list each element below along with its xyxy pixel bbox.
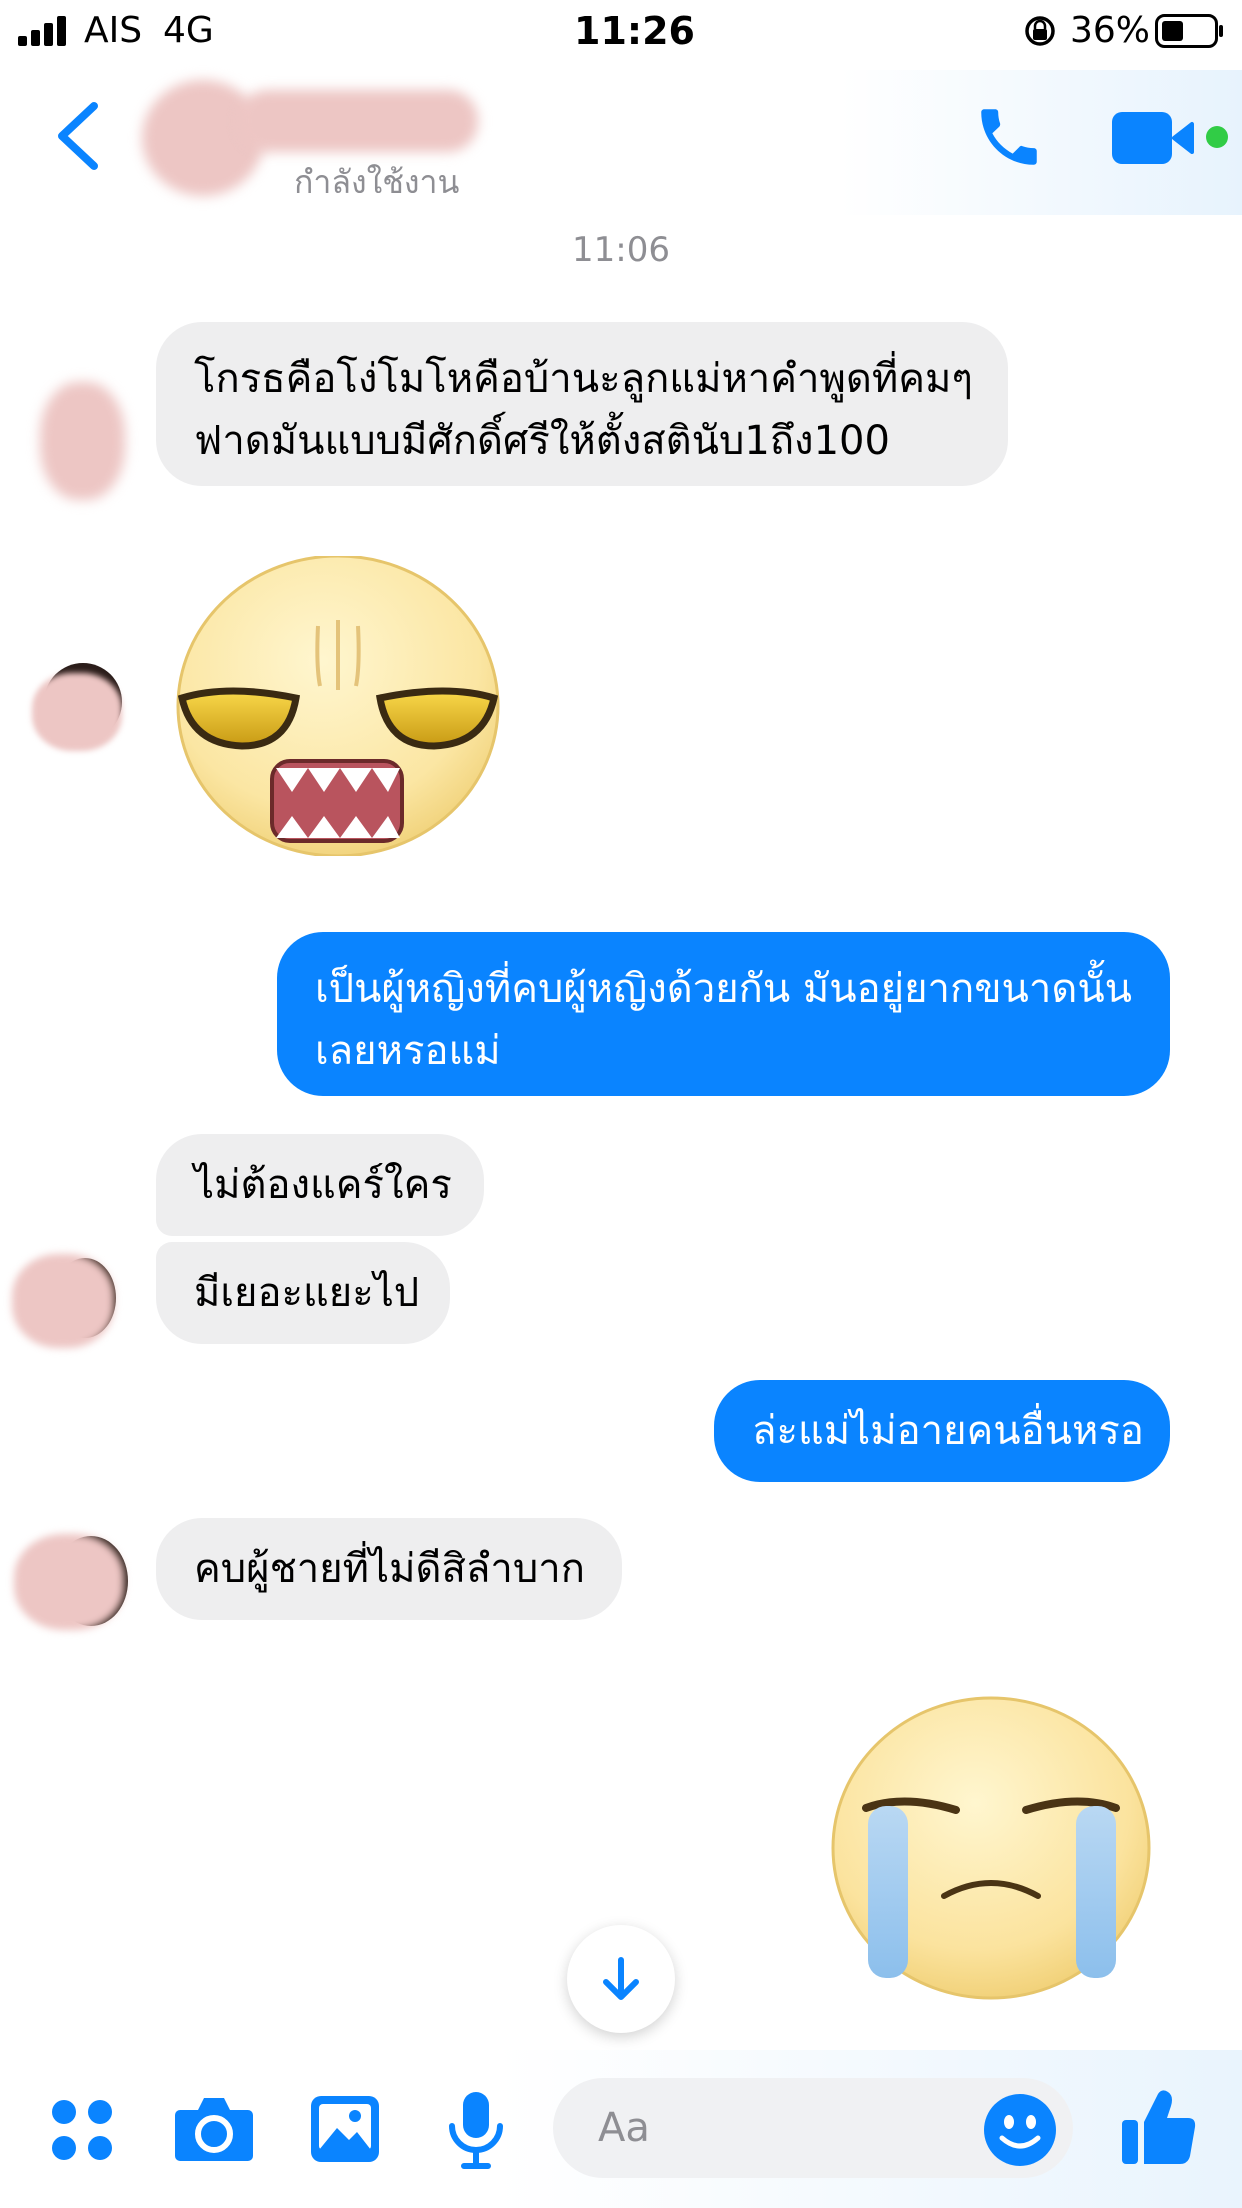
message-text: ล่ะแม่ไม่อายคนอื่นหรอ xyxy=(752,1408,1144,1454)
message-bubble-outgoing[interactable]: ล่ะแม่ไม่อายคนอื่นหรอ xyxy=(714,1380,1170,1482)
microphone-icon[interactable] xyxy=(446,2090,506,2170)
thumbs-up-icon[interactable] xyxy=(1120,2086,1198,2168)
battery-percent: 36% xyxy=(1070,10,1151,51)
clock: 11:26 xyxy=(574,9,695,53)
online-status-dot xyxy=(1206,126,1228,148)
message-text: คบผู้ชายที่ไม่ดีสิลำบาก xyxy=(194,1546,585,1592)
emoji-icon[interactable] xyxy=(982,2092,1058,2168)
message-text: มีเยอะแยะไป xyxy=(194,1270,420,1316)
arrow-down-icon xyxy=(603,1957,639,2000)
message-timestamp: 11:06 xyxy=(572,230,670,270)
sender-avatar-redacted[interactable] xyxy=(32,655,127,760)
scroll-to-bottom-button[interactable] xyxy=(567,1925,675,2033)
crying-face-sticker[interactable] xyxy=(826,1690,1156,2002)
network-label: 4G xyxy=(163,10,214,51)
video-camera-icon[interactable] xyxy=(1110,108,1208,168)
sender-avatar-redacted[interactable] xyxy=(14,1530,130,1642)
back-icon[interactable] xyxy=(52,100,102,172)
message-bubble-incoming[interactable]: มีเยอะแยะไป xyxy=(156,1242,450,1344)
message-text: เป็นผู้หญิงที่คบผู้หญิงด้วยกัน มันอยู่ยา… xyxy=(315,966,1133,1012)
message-bubble-incoming[interactable]: ไม่ต้องแคร์ใคร xyxy=(156,1134,484,1236)
message-bubble-incoming[interactable]: คบผู้ชายที่ไม่ดีสิลำบาก xyxy=(156,1518,622,1620)
signal-icon xyxy=(18,16,66,46)
sender-avatar-redacted[interactable] xyxy=(30,374,140,509)
carrier-label: AIS xyxy=(84,10,143,51)
message-input-placeholder: Aa xyxy=(598,2105,650,2151)
contact-status: กำลังใช้งาน xyxy=(294,163,460,201)
message-text: โกรธคือโง่โมโหคือบ้านะลูกแม่หาคำพูดที่คม… xyxy=(194,356,973,402)
message-text: เลยหรอแม่ xyxy=(315,1028,501,1074)
message-text: ฟาดมันแบบมีศักดิ์ศรีให้ตั้งสตินับ1ถึง100 xyxy=(194,418,890,464)
camera-icon[interactable] xyxy=(174,2094,254,2162)
message-bubble-outgoing[interactable]: เป็นผู้หญิงที่คบผู้หญิงด้วยกัน มันอยู่ยา… xyxy=(277,932,1170,1096)
phone-icon[interactable] xyxy=(972,100,1046,174)
photo-icon[interactable] xyxy=(309,2094,381,2164)
message-bubble-incoming[interactable]: โกรธคือโง่โมโหคือบ้านะลูกแม่หาคำพูดที่คม… xyxy=(156,322,1008,486)
message-text: ไม่ต้องแคร์ใคร xyxy=(194,1162,452,1208)
apps-icon[interactable] xyxy=(50,2098,114,2162)
rotation-lock-icon xyxy=(1025,16,1055,46)
annoyed-face-sticker[interactable] xyxy=(168,556,508,856)
sender-avatar-redacted[interactable] xyxy=(12,1248,122,1360)
battery-icon xyxy=(1155,14,1223,48)
